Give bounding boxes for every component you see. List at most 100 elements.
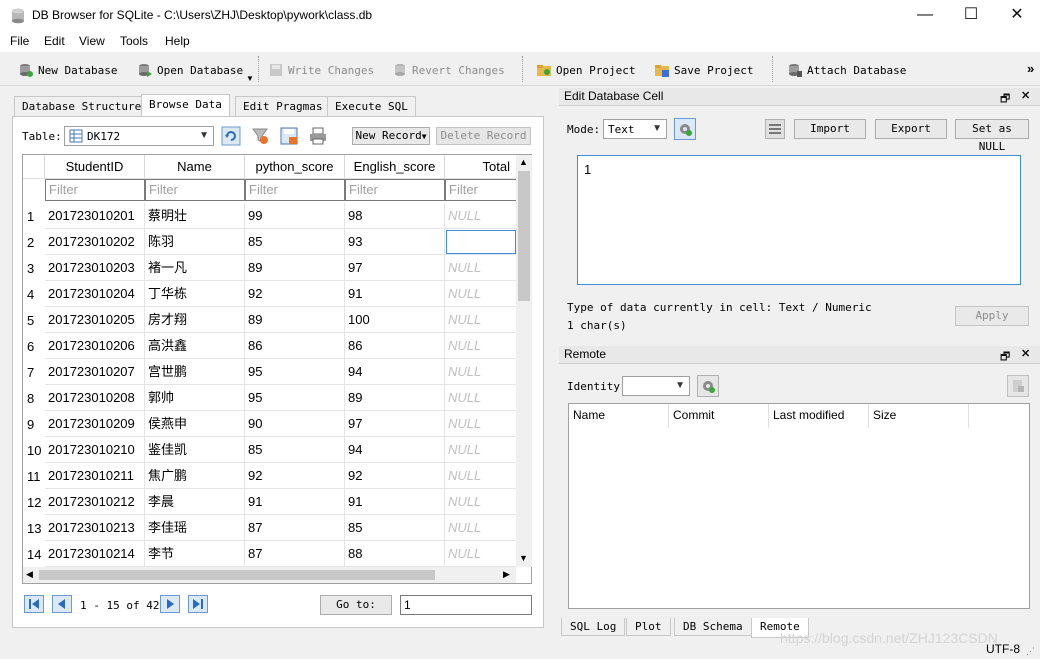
export-button[interactable]: Export [875, 119, 947, 139]
total-cell[interactable]: NULL [445, 437, 517, 463]
total-cell[interactable]: NULL [445, 255, 517, 281]
set-as-null-button[interactable]: Set as NULL [955, 119, 1029, 153]
english-score-cell[interactable]: 88 [345, 541, 445, 567]
tab-db-schema[interactable]: DB Schema [674, 618, 752, 636]
row-number[interactable]: 5 [23, 307, 43, 333]
scroll-right-icon[interactable]: ▶ [503, 569, 510, 580]
horizontal-scroll-thumb[interactable] [39, 570, 435, 580]
python-score-cell[interactable]: 87 [245, 541, 345, 567]
resize-grip-icon[interactable]: ⋰ [1026, 646, 1035, 657]
float-panel-icon[interactable]: 🗗 [1000, 90, 1010, 109]
tab-plot[interactable]: Plot [626, 618, 671, 636]
name-cell[interactable]: 鉴佳凯 [145, 437, 245, 463]
total-cell[interactable]: NULL [445, 541, 517, 567]
revert-changes-button[interactable]: Revert Changes [392, 60, 505, 80]
menu-tools[interactable]: Tools [120, 34, 148, 48]
table-row[interactable]: 8 201723010208 郭帅 95 89 NULL [23, 385, 517, 411]
new-database-button[interactable]: New Database [18, 60, 117, 80]
open-database-button[interactable]: Open Database [137, 60, 243, 80]
studentid-cell[interactable]: 201723010202 [45, 229, 145, 255]
remote-file-list[interactable]: Name Commit Last modified Size [568, 403, 1030, 609]
tab-execute-sql[interactable]: Execute SQL [327, 96, 416, 116]
table-row[interactable]: 13 201723010213 李佳瑶 87 85 NULL [23, 515, 517, 541]
total-cell[interactable]: NULL [445, 307, 517, 333]
name-cell[interactable]: 高洪鑫 [145, 333, 245, 359]
attach-database-button[interactable]: Attach Database [787, 60, 906, 80]
python-score-cell[interactable]: 92 [245, 463, 345, 489]
close-panel-icon[interactable]: ✕ [1021, 89, 1030, 102]
row-number[interactable]: 6 [23, 333, 43, 359]
studentid-cell[interactable]: 201723010203 [45, 255, 145, 281]
name-cell[interactable]: 褚一凡 [145, 255, 245, 281]
total-cell[interactable]: NULL [445, 489, 517, 515]
python-score-cell[interactable]: 87 [245, 515, 345, 541]
filter-python-score[interactable]: Filter [245, 179, 345, 201]
studentid-cell[interactable]: 201723010214 [45, 541, 145, 567]
table-row[interactable]: 9 201723010209 侯燕申 90 97 NULL [23, 411, 517, 437]
tab-database-structure[interactable]: Database Structure [14, 96, 150, 116]
refresh-icon[interactable] [221, 126, 241, 146]
english-score-cell[interactable]: 91 [345, 489, 445, 515]
studentid-cell[interactable]: 201723010210 [45, 437, 145, 463]
name-cell[interactable]: 李晨 [145, 489, 245, 515]
row-number[interactable]: 9 [23, 411, 43, 437]
remote-column-name[interactable]: Name [569, 404, 669, 428]
python-score-cell[interactable]: 92 [245, 281, 345, 307]
filter-english-score[interactable]: Filter [345, 179, 445, 201]
table-row[interactable]: 7 201723010207 宫世鹏 95 94 NULL [23, 359, 517, 385]
mode-select[interactable]: Text ▼ [603, 119, 667, 139]
auto-switch-mode-icon[interactable] [674, 118, 696, 140]
float-panel-icon[interactable]: 🗗 [1000, 348, 1010, 367]
name-cell[interactable]: 李节 [145, 541, 245, 567]
english-score-cell[interactable]: 93 [345, 229, 445, 255]
scroll-up-icon[interactable]: ▲ [519, 157, 528, 167]
studentid-cell[interactable]: 201723010211 [45, 463, 145, 489]
studentid-cell[interactable]: 201723010208 [45, 385, 145, 411]
python-score-cell[interactable]: 91 [245, 489, 345, 515]
row-number[interactable]: 2 [23, 229, 43, 255]
column-header-name[interactable]: Name [145, 155, 245, 179]
studentid-cell[interactable]: 201723010213 [45, 515, 145, 541]
maximize-button[interactable]: ☐ [948, 0, 994, 32]
vertical-scroll-thumb[interactable] [518, 171, 530, 301]
scroll-down-icon[interactable]: ▼ [519, 553, 528, 563]
table-row[interactable]: 2 201723010202 陈羽 85 93 [23, 229, 517, 255]
english-score-cell[interactable]: 97 [345, 411, 445, 437]
python-score-cell[interactable]: 86 [245, 333, 345, 359]
cell-editor-textarea[interactable]: 1 [577, 155, 1021, 285]
name-cell[interactable]: 焦广鹏 [145, 463, 245, 489]
row-number[interactable]: 10 [23, 437, 43, 463]
row-number[interactable]: 13 [23, 515, 43, 541]
goto-input[interactable]: 1 [400, 595, 532, 615]
menu-view[interactable]: View [79, 34, 105, 48]
remote-column-last-modified[interactable]: Last modified [769, 404, 869, 428]
row-number[interactable]: 7 [23, 359, 43, 385]
table-select[interactable]: DK172 ▼ [64, 126, 214, 146]
tab-browse-data[interactable]: Browse Data [141, 94, 230, 116]
table-row[interactable]: 11 201723010211 焦广鹏 92 92 NULL [23, 463, 517, 489]
open-database-dropdown-icon[interactable]: ▼ [246, 74, 254, 83]
python-score-cell[interactable]: 95 [245, 385, 345, 411]
filter-total[interactable]: Filter [445, 179, 517, 201]
filter-name[interactable]: Filter [145, 179, 245, 201]
python-score-cell[interactable]: 89 [245, 307, 345, 333]
row-number[interactable]: 11 [23, 463, 43, 489]
python-score-cell[interactable]: 95 [245, 359, 345, 385]
total-cell[interactable]: NULL [445, 203, 517, 229]
python-score-cell[interactable]: 85 [245, 229, 345, 255]
print-icon[interactable] [308, 126, 328, 146]
table-row[interactable]: 1 201723010201 蔡明壮 99 98 NULL [23, 203, 517, 229]
python-score-cell[interactable]: 99 [245, 203, 345, 229]
total-cell[interactable]: NULL [445, 281, 517, 307]
table-row[interactable]: 3 201723010203 褚一凡 89 97 NULL [23, 255, 517, 281]
english-score-cell[interactable]: 94 [345, 359, 445, 385]
english-score-cell[interactable]: 85 [345, 515, 445, 541]
studentid-cell[interactable]: 201723010209 [45, 411, 145, 437]
table-row[interactable]: 4 201723010204 丁华栋 92 91 NULL [23, 281, 517, 307]
previous-page-icon[interactable] [52, 595, 72, 613]
column-header-python-score[interactable]: python_score [245, 155, 345, 179]
total-cell[interactable]: NULL [445, 515, 517, 541]
name-cell[interactable]: 房才翔 [145, 307, 245, 333]
table-row[interactable]: 12 201723010212 李晨 91 91 NULL [23, 489, 517, 515]
english-score-cell[interactable]: 97 [345, 255, 445, 281]
